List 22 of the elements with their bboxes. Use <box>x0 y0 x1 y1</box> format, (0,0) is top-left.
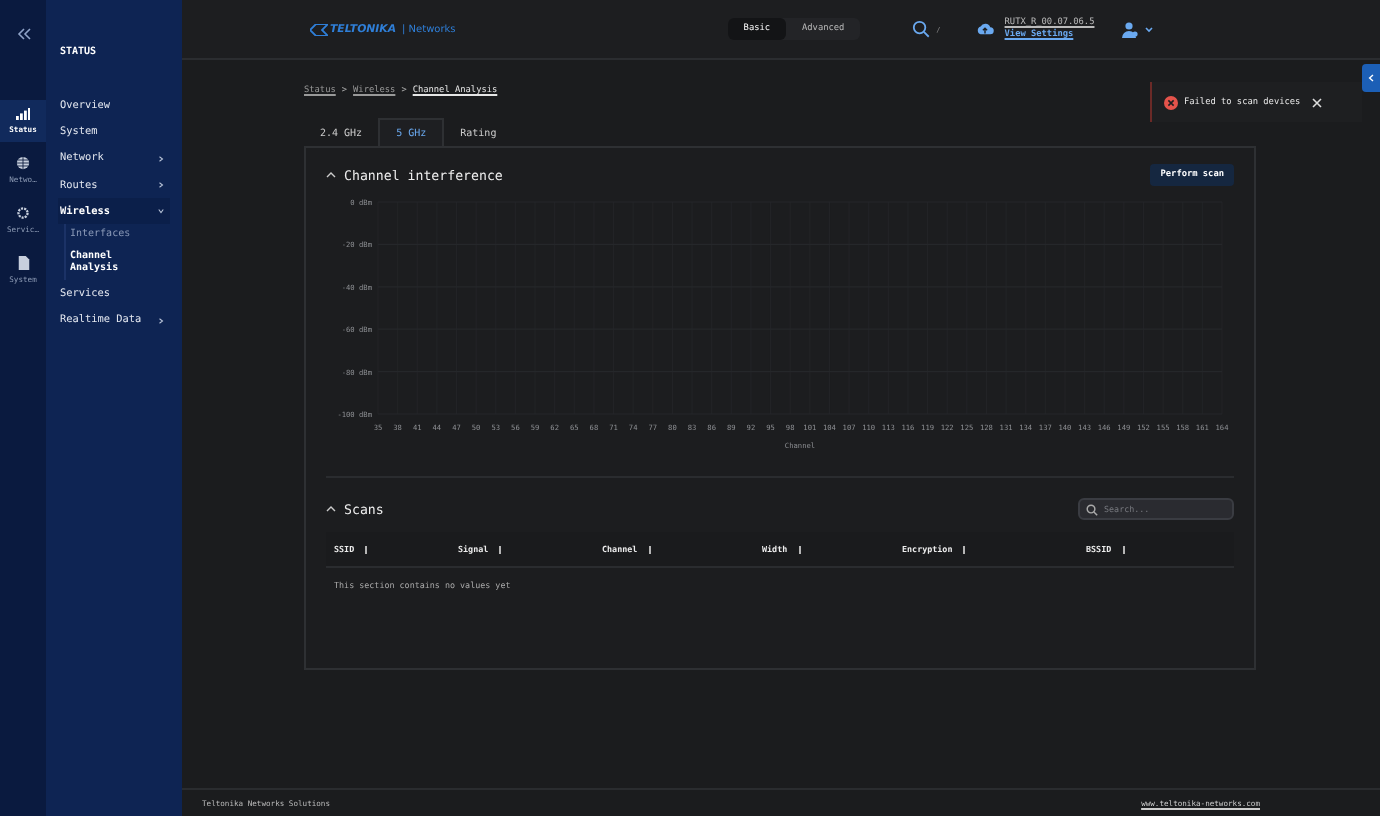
sort-icon[interactable] <box>647 545 652 553</box>
side-panel-tab[interactable] <box>1362 64 1380 92</box>
error-icon <box>1164 95 1178 109</box>
signal-icon <box>16 108 30 120</box>
sort-icon[interactable] <box>962 545 967 553</box>
cloud-upload-icon[interactable] <box>976 22 995 36</box>
search-icon[interactable] <box>912 20 931 38</box>
collapse-caret-icon[interactable] <box>326 506 336 512</box>
file-icon <box>17 256 29 270</box>
gear-icon <box>16 206 30 220</box>
sort-icon[interactable] <box>498 545 503 553</box>
globe-icon <box>16 156 30 170</box>
user-settings-icon[interactable] <box>1122 21 1155 37</box>
collapse-icon[interactable] <box>15 28 31 40</box>
collapse-caret-icon[interactable] <box>326 172 336 178</box>
chevron-icon <box>1368 74 1374 82</box>
search-icon <box>1086 503 1098 515</box>
logo-icon <box>310 23 328 35</box>
sort-icon[interactable] <box>364 545 369 553</box>
sort-icon[interactable] <box>1121 545 1126 553</box>
sort-icon[interactable] <box>797 545 802 553</box>
close-icon[interactable] <box>1312 97 1323 107</box>
